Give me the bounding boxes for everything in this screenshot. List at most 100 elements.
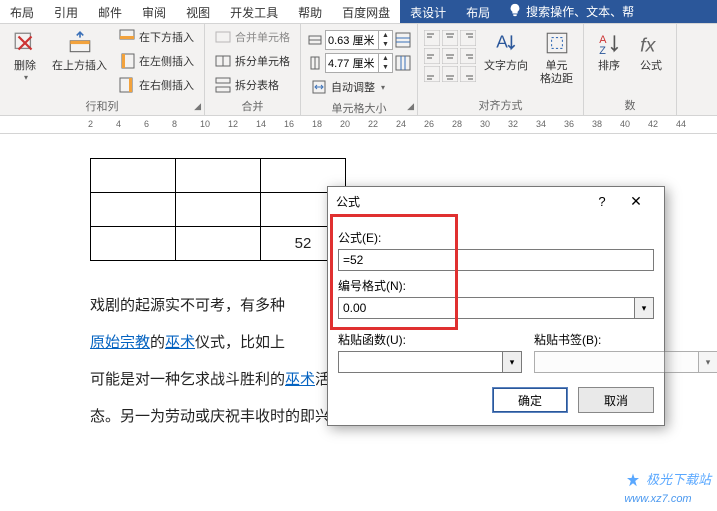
- tellme-search[interactable]: 搜索操作、文本、帮: [500, 0, 717, 23]
- link[interactable]: 原始宗教: [90, 334, 150, 351]
- spin-down-icon[interactable]: ▼: [379, 63, 392, 72]
- group-rows-cols: 删除▾ 在上方插入 在下方插入 在左侧插入 在右侧插入: [0, 24, 205, 115]
- autofit-button[interactable]: 自动调整 ▾: [307, 76, 411, 98]
- ruler-tick: 38: [592, 119, 602, 129]
- ruler[interactable]: 2468101214161820222426283032343638404244: [0, 116, 717, 134]
- link[interactable]: 巫术: [165, 334, 195, 351]
- group-label-merge: 合并: [211, 96, 294, 116]
- align-bc-icon[interactable]: [442, 66, 458, 82]
- lightbulb-icon: [508, 3, 522, 20]
- tab-layout1[interactable]: 布局: [0, 0, 44, 23]
- split-cells-label: 拆分单元格: [235, 53, 290, 69]
- dialog-launcher-icon[interactable]: ◢: [407, 101, 414, 112]
- align-bl-icon[interactable]: [424, 66, 440, 82]
- col-width-field[interactable]: [326, 57, 378, 69]
- dialog-titlebar[interactable]: 公式 ? ✕: [328, 187, 664, 217]
- insert-left-button[interactable]: 在左侧插入: [115, 50, 198, 72]
- ruler-tick: 10: [200, 119, 210, 129]
- sort-icon: AZ: [594, 28, 624, 58]
- paste-fn-combo[interactable]: ▾: [338, 351, 522, 373]
- align-br-icon[interactable]: [460, 66, 476, 82]
- chevron-down-icon[interactable]: ▾: [502, 351, 522, 373]
- spin-up-icon[interactable]: ▲: [379, 31, 392, 40]
- formula-button[interactable]: fx 公式: [632, 26, 670, 95]
- group-label-rowcol: 行和列: [6, 96, 198, 116]
- numfmt-combo[interactable]: ▾: [338, 297, 654, 319]
- dialog-launcher-icon[interactable]: ◢: [194, 101, 201, 112]
- spin-up-icon[interactable]: ▲: [379, 54, 392, 63]
- formula-input[interactable]: [338, 249, 654, 271]
- tab-devtools[interactable]: 开发工具: [220, 0, 288, 23]
- dialog-help-button[interactable]: ?: [588, 194, 616, 209]
- tellme-placeholder: 搜索操作、文本、帮: [526, 3, 634, 20]
- paste-fn-label: 粘贴函数(U):: [338, 331, 522, 348]
- tab-tabledesign[interactable]: 表设计: [400, 0, 456, 23]
- distribute-cols-icon[interactable]: [395, 55, 411, 71]
- split-table-icon: [215, 77, 231, 93]
- tab-references[interactable]: 引用: [44, 0, 88, 23]
- group-label-data: 数: [590, 95, 670, 115]
- cancel-button[interactable]: 取消: [578, 387, 654, 413]
- ok-button[interactable]: 确定: [492, 387, 568, 413]
- row-height-input[interactable]: ▲▼: [325, 30, 393, 50]
- ruler-tick: 26: [424, 119, 434, 129]
- align-tr-icon[interactable]: [460, 30, 476, 46]
- merge-cells-button[interactable]: 合并单元格: [211, 26, 294, 48]
- text-run: 的: [150, 334, 165, 351]
- ruler-tick: 44: [676, 119, 686, 129]
- group-label-cellsize: 单元格大小: [307, 98, 411, 118]
- split-table-button[interactable]: 拆分表格: [211, 74, 294, 96]
- ruler-tick: 4: [116, 119, 121, 129]
- paste-fn-input[interactable]: [338, 351, 502, 373]
- insert-left-label: 在左侧插入: [139, 53, 194, 69]
- tab-help[interactable]: 帮助: [288, 0, 332, 23]
- split-cells-icon: [215, 53, 231, 69]
- delete-label: 删除: [14, 60, 36, 73]
- ruler-tick: 40: [620, 119, 630, 129]
- paste-bm-combo: ▾: [534, 351, 717, 373]
- align-tl-icon[interactable]: [424, 30, 440, 46]
- text-run: 戏剧的起源实不可考，有多种: [90, 297, 285, 314]
- col-width-input[interactable]: ▲▼: [325, 53, 393, 73]
- align-ml-icon[interactable]: [424, 48, 440, 64]
- row-height-field[interactable]: [326, 34, 378, 46]
- tab-baidu[interactable]: 百度网盘: [332, 0, 400, 23]
- ruler-tick: 42: [648, 119, 658, 129]
- split-cells-button[interactable]: 拆分单元格: [211, 50, 294, 72]
- link[interactable]: 巫术: [285, 371, 315, 388]
- sort-button[interactable]: AZ 排序: [590, 26, 628, 95]
- merge-cells-label: 合并单元格: [235, 29, 290, 45]
- insert-right-button[interactable]: 在右侧插入: [115, 74, 198, 96]
- row-height-icon: [307, 32, 323, 48]
- autofit-label: 自动调整: [331, 79, 375, 95]
- chevron-down-icon[interactable]: ▾: [634, 297, 654, 319]
- dialog-close-button[interactable]: ✕: [616, 193, 656, 210]
- align-tc-icon[interactable]: [442, 30, 458, 46]
- tab-mailings[interactable]: 邮件: [88, 0, 132, 23]
- svg-text:fx: fx: [640, 35, 656, 56]
- tab-review[interactable]: 审阅: [132, 0, 176, 23]
- spin-down-icon[interactable]: ▼: [379, 40, 392, 49]
- ruler-tick: 22: [368, 119, 378, 129]
- text-run: 可能是对一种乞求战斗胜利的: [90, 371, 285, 388]
- numfmt-input[interactable]: [338, 297, 634, 319]
- insert-below-button[interactable]: 在下方插入: [115, 26, 198, 48]
- align-mc-icon[interactable]: [442, 48, 458, 64]
- ruler-tick: 30: [480, 119, 490, 129]
- tab-view[interactable]: 视图: [176, 0, 220, 23]
- insert-left-icon: [119, 53, 135, 69]
- align-mr-icon[interactable]: [460, 48, 476, 64]
- distribute-rows-icon[interactable]: [395, 32, 411, 48]
- ruler-tick: 6: [144, 119, 149, 129]
- cell-margins-button[interactable]: 单元 格边距: [536, 26, 577, 95]
- chevron-down-icon: ▾: [381, 83, 385, 92]
- text-direction-label: 文字方向: [484, 60, 528, 73]
- insert-above-button[interactable]: 在上方插入: [48, 26, 111, 96]
- cell-margins-icon: [542, 28, 572, 58]
- group-merge: 合并单元格 拆分单元格 拆分表格 合并: [205, 24, 301, 115]
- document-table[interactable]: 52: [90, 158, 346, 261]
- text-direction-button[interactable]: A 文字方向: [480, 26, 532, 95]
- svg-text:Z: Z: [599, 45, 606, 56]
- delete-button[interactable]: 删除▾: [6, 26, 44, 96]
- tab-layout2[interactable]: 布局: [456, 0, 500, 23]
